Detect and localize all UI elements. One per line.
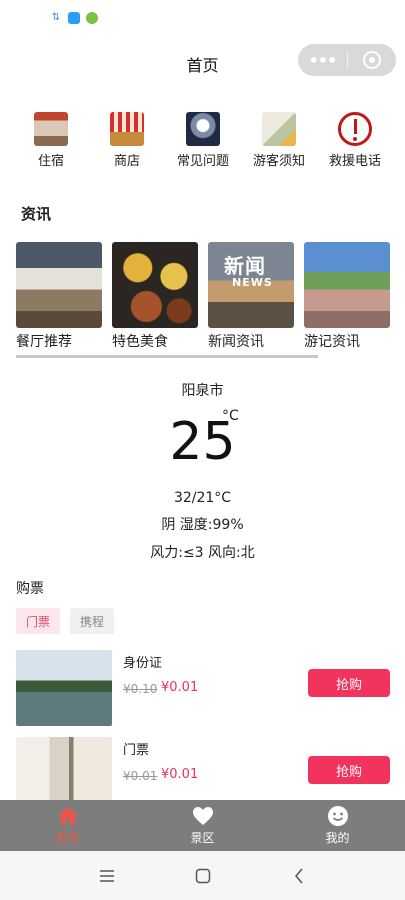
weather-unit: °C [222,408,239,424]
heart-icon [192,805,214,827]
ticket-heading: 购票 [16,581,44,597]
tab-home[interactable]: 首页 [0,800,135,851]
news-label: 特色美食 [112,334,168,350]
back-icon[interactable] [251,851,347,900]
status-bar: ⇅ [50,8,98,28]
news-card-travel[interactable]: 游记资讯 [304,242,390,351]
tab-bar: 首页 景区 我的 [0,800,405,851]
quick-nav-item-lodging[interactable]: 住宿 [16,112,86,169]
quick-nav-label: 游客须知 [252,154,305,169]
news-heading: 资讯 [21,205,52,223]
signal-icon: ⇅ [51,12,61,23]
product-item[interactable]: 身份证 ¥0.10 ¥0.01 抢购 [16,650,390,726]
tab-label: 首页 [55,831,80,845]
quick-nav-label: 常见问题 [176,154,229,169]
product-image [16,650,112,726]
news-card-food[interactable]: 特色美食 [112,242,198,351]
news-image [112,242,198,328]
ticket-tabs: 门票 携程 [16,608,115,634]
tab-mine[interactable]: 我的 [270,800,405,851]
tab-label: 景区 [190,831,215,845]
buy-button[interactable]: 抢购 [308,756,390,784]
buy-button[interactable]: 抢购 [308,669,390,697]
news-image-subtitle: NEWS [232,276,273,289]
weather-wind: 风力:≤3 风向:北 [150,545,255,561]
product-price: ¥0.01 [161,680,199,695]
news-card-news[interactable]: 新闻 NEWS 新闻资讯 [208,242,294,351]
quick-nav-label: 商店 [113,154,140,169]
carousel-scrollbar[interactable] [16,355,318,358]
news-label: 餐厅推荐 [16,334,72,350]
quick-nav-label: 住宿 [37,154,64,169]
tab-ctrip[interactable]: 携程 [70,608,115,634]
product-name: 门票 [123,743,150,758]
weather-range: 32/21°C [173,490,232,506]
news-image-title: 新闻 [224,254,266,278]
miniprogram-capsule: ••• [298,44,396,76]
product-price: ¥0.01 [161,767,199,782]
quick-nav-item-notice[interactable]: 游客须知 [244,112,314,169]
notice-photo-icon [262,112,296,146]
quick-nav-item-shop[interactable]: 商店 [92,112,162,169]
product-old-price: ¥0.01 [123,769,158,783]
news-label: 游记资讯 [304,334,360,350]
product-old-price: ¥0.10 [123,682,158,696]
news-card-restaurant[interactable]: 餐厅推荐 [16,242,102,351]
app-notification-icon [86,12,98,24]
weather-condition: 阴 湿度:99% [161,517,244,533]
tab-label: 我的 [325,831,350,845]
weather-city: 阳泉市 [181,383,224,399]
news-carousel[interactable]: 餐厅推荐 特色美食 新闻 NEWS 新闻资讯 游记资讯 [16,242,390,351]
shop-photo-icon [110,112,144,146]
header: 首页 ••• [0,44,405,80]
faq-photo-icon [186,112,220,146]
quick-nav: 住宿 商店 常见问题 游客须知 救援电话 [16,112,390,169]
lodging-photo-icon [34,112,68,146]
tab-tickets[interactable]: 门票 [16,608,61,634]
quick-nav-item-faq[interactable]: 常见问题 [168,112,238,169]
home-square-icon[interactable] [155,851,251,900]
exclamation-circle-icon [338,112,372,146]
quick-nav-label: 救援电话 [328,154,381,169]
home-icon [57,805,79,827]
quick-nav-item-rescue[interactable]: 救援电话 [320,112,390,169]
news-image [16,242,102,328]
system-nav-bar [0,851,405,900]
smiley-icon [327,805,349,827]
close-miniprogram-button[interactable] [348,51,396,69]
app-notification-icon [68,12,80,24]
tab-scenic[interactable]: 景区 [135,800,270,851]
target-icon [363,51,381,69]
more-dots-icon[interactable]: ••• [298,51,347,70]
news-image: 新闻 NEWS [208,242,294,328]
product-name: 身份证 [123,656,163,671]
screen: ⇅ 首页 ••• 住宿 商店 常见问题 游客须知 救援电话 资讯 餐厅推荐 特色… [0,0,405,900]
news-label: 新闻资讯 [208,334,264,350]
menu-icon[interactable] [59,851,155,900]
news-image [304,242,390,328]
weather-panel: 阳泉市 25 °C 32/21°C 阴 湿度:99% 风力:≤3 风向:北 [0,380,405,562]
